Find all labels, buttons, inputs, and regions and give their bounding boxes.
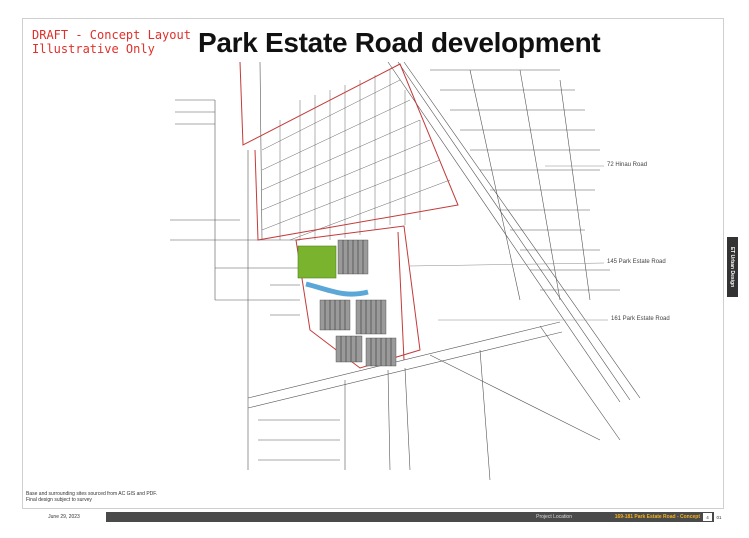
label-leaders xyxy=(409,165,608,321)
side-tab-label: ET Urban Design xyxy=(729,246,736,288)
footer-date: June 29, 2023 xyxy=(22,512,106,522)
footer-project-name: 169-181 Park Estate Road - Concept xyxy=(614,514,700,520)
open-space-reserve xyxy=(297,245,337,279)
address-label-145-park-estate: 145 Park Estate Road xyxy=(607,259,666,265)
footer-page-total: 01 xyxy=(714,513,724,521)
waterway xyxy=(305,281,369,297)
existing-lots xyxy=(261,70,451,241)
address-label-161-park-estate: 161 Park Estate Road xyxy=(611,316,670,322)
source-note: Base and surrounding sites sourced from … xyxy=(26,491,157,503)
source-note-line-2: Final design subject to survey xyxy=(26,497,92,503)
footer-bar: June 29, 2023 Project Location 169-181 P… xyxy=(22,512,724,522)
footer-page-number: 4 xyxy=(703,513,712,521)
footer-location-label: Project Location xyxy=(536,514,572,520)
address-label-72-hinau: 72 Hinau Road xyxy=(607,162,648,168)
site-plan-map xyxy=(170,61,641,481)
side-tab: ET Urban Design xyxy=(727,237,738,297)
